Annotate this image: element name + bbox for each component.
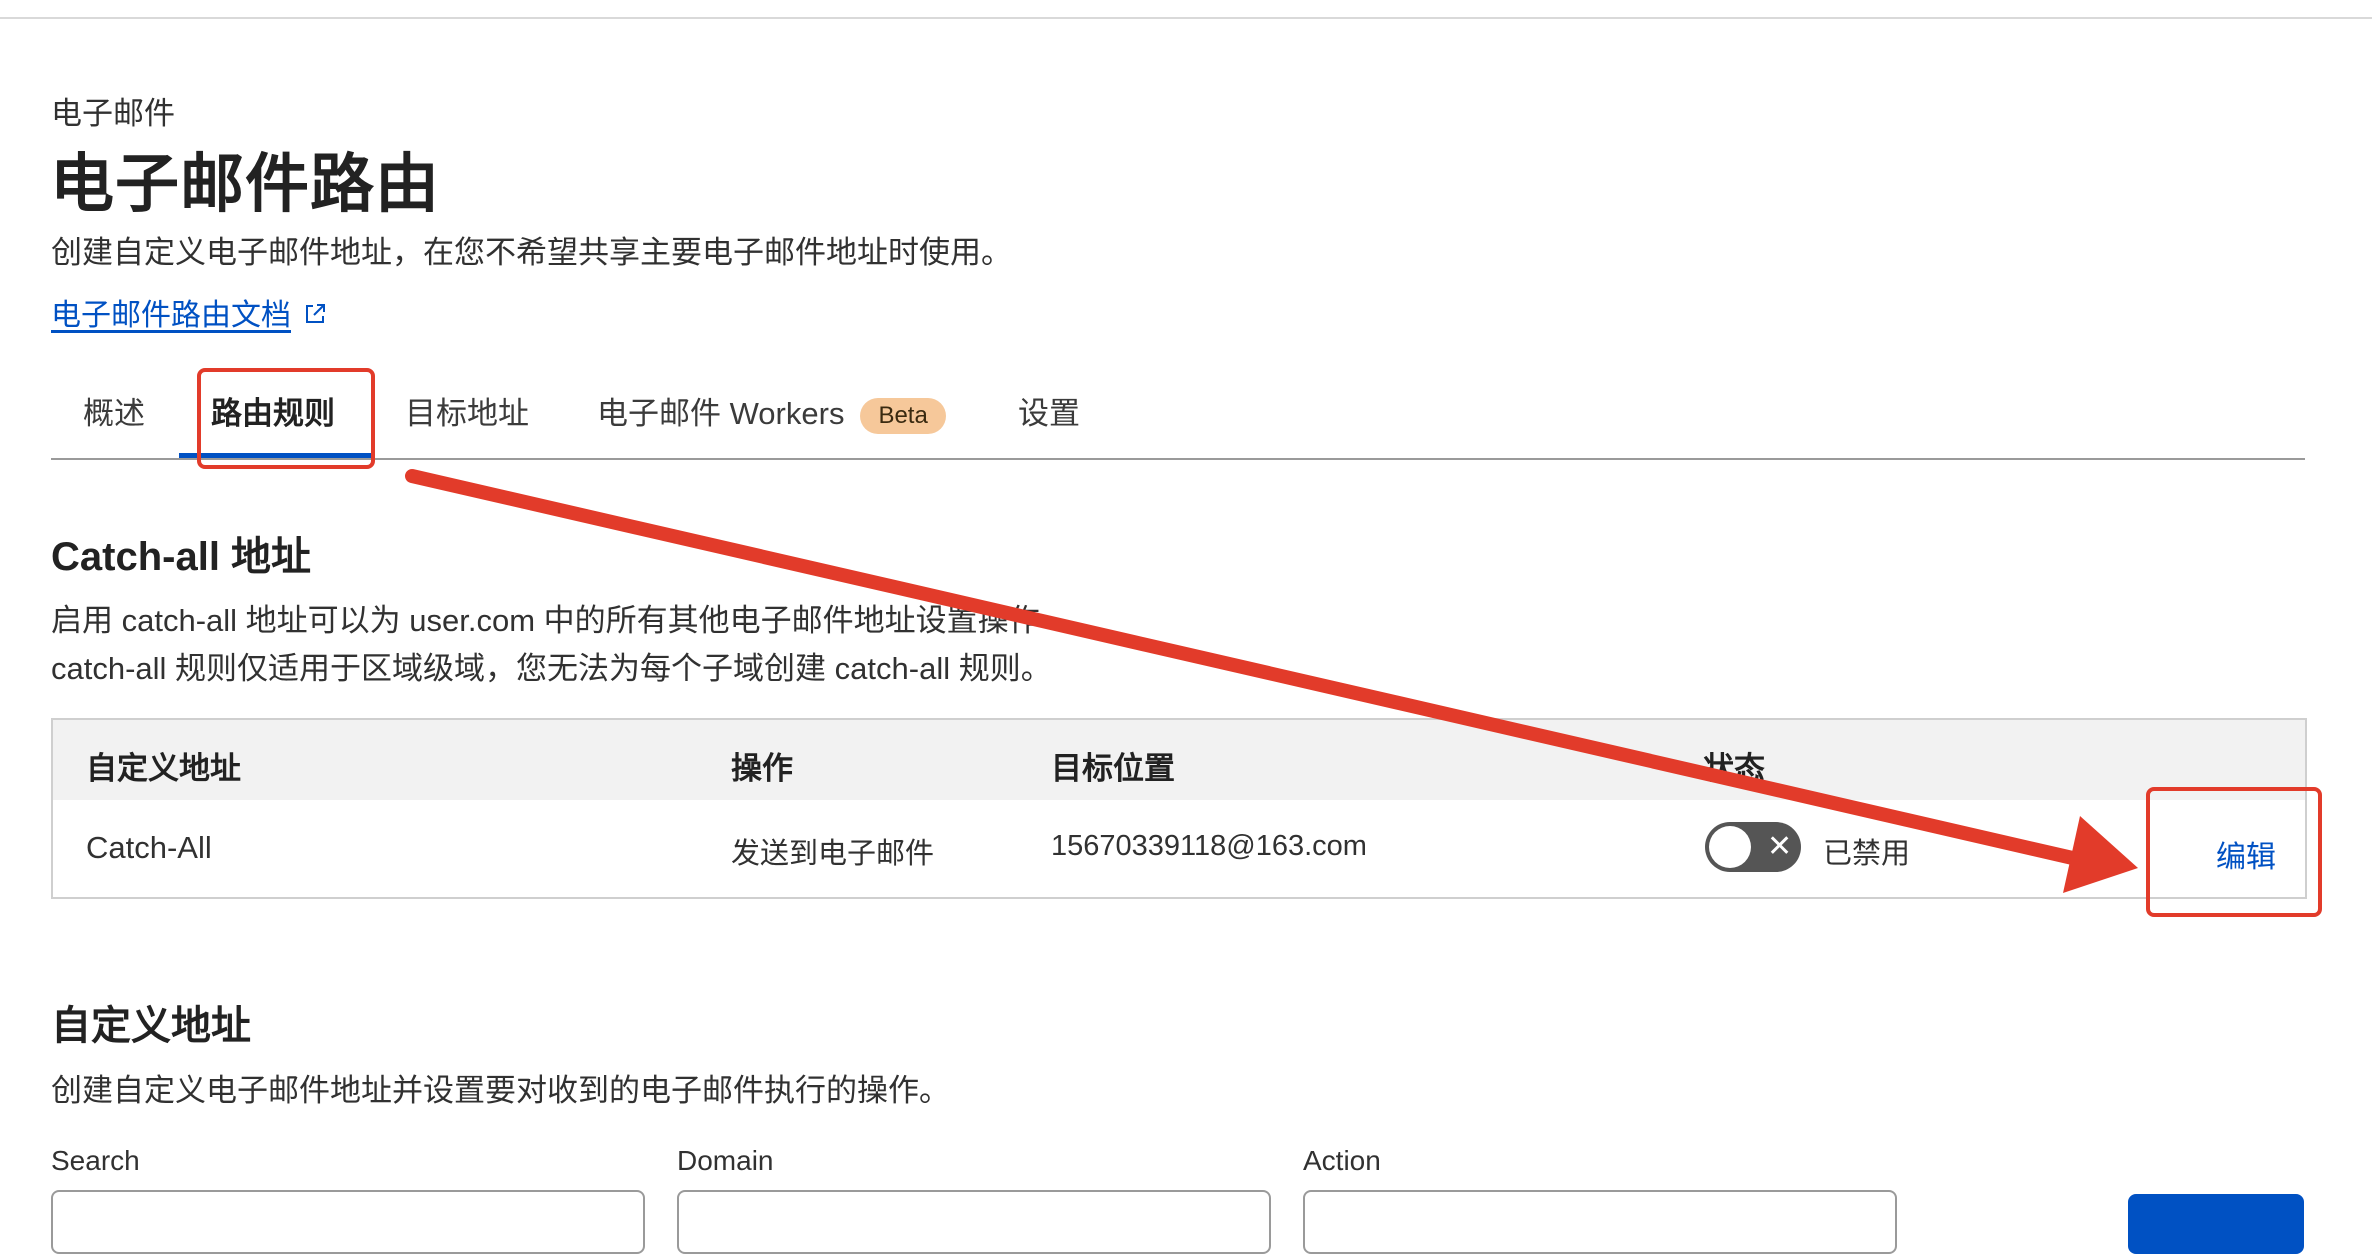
beta-badge: Beta (860, 397, 946, 434)
tab-routing-rules[interactable]: 路由规则 (211, 388, 335, 433)
search-label: Search (51, 1145, 140, 1176)
top-divider (0, 17, 2372, 19)
active-tab-indicator (179, 453, 372, 458)
column-status: 状态 (1703, 751, 1765, 786)
column-action: 操作 (731, 751, 793, 786)
tab-bar: 概述 路由规则 目标地址 电子邮件 Workers Beta 设置 (51, 360, 2305, 460)
edit-link[interactable]: 编辑 (2216, 832, 2276, 876)
custom-addresses-description: 创建自定义电子邮件地址并设置要对收到的电子邮件执行的操作。 (51, 1073, 950, 1108)
row-action: 发送到电子邮件 (731, 838, 935, 870)
tab-email-workers-label: 电子邮件 Workers (597, 396, 845, 431)
docs-link-label: 电子邮件路由文档 (51, 299, 291, 332)
catch-all-description-2: catch-all 规则仅适用于区域级域，您无法为每个子域创建 catch-al… (51, 651, 1052, 686)
row-status: 已禁用 (1823, 838, 1911, 870)
row-address: Catch-All (86, 830, 212, 865)
tab-settings[interactable]: 设置 (1018, 388, 1080, 433)
docs-link[interactable]: 电子邮件路由文档 (51, 290, 327, 334)
close-icon: ✕ (1767, 830, 1793, 863)
page-title: 电子邮件路由 (50, 148, 440, 220)
action-label: Action (1303, 1145, 1381, 1176)
tab-destination-addresses[interactable]: 目标地址 (405, 388, 529, 433)
search-input[interactable] (51, 1190, 645, 1254)
tab-overview[interactable]: 概述 (83, 388, 145, 433)
domain-select[interactable] (677, 1190, 1271, 1254)
external-link-icon (306, 304, 325, 323)
catch-all-table: 自定义地址 操作 目标位置 状态 Catch-All 发送到电子邮件 15670… (51, 718, 2307, 899)
toggle-knob (1709, 826, 1751, 868)
create-address-button[interactable] (2128, 1194, 2304, 1254)
domain-label: Domain (677, 1145, 774, 1176)
catch-all-title: Catch-all 地址 (51, 535, 312, 579)
page-description: 创建自定义电子邮件地址，在您不希望共享主要电子邮件地址时使用。 (51, 235, 1012, 270)
column-custom-address: 自定义地址 (86, 751, 241, 786)
custom-addresses-title: 自定义地址 (51, 1004, 251, 1048)
column-destination: 目标位置 (1051, 751, 1175, 786)
catch-all-description-1: 启用 catch-all 地址可以为 user.com 中的所有其他电子邮件地址… (51, 603, 1040, 638)
row-destination: 15670339118@163.com (1051, 830, 1367, 862)
catch-all-toggle[interactable]: ✕ (1705, 822, 1801, 872)
breadcrumb[interactable]: 电子邮件 (51, 88, 175, 133)
table-header: 自定义地址 操作 目标位置 状态 (53, 720, 2305, 800)
tab-email-workers[interactable]: 电子邮件 Workers Beta (597, 388, 946, 434)
action-select[interactable] (1303, 1190, 1897, 1254)
